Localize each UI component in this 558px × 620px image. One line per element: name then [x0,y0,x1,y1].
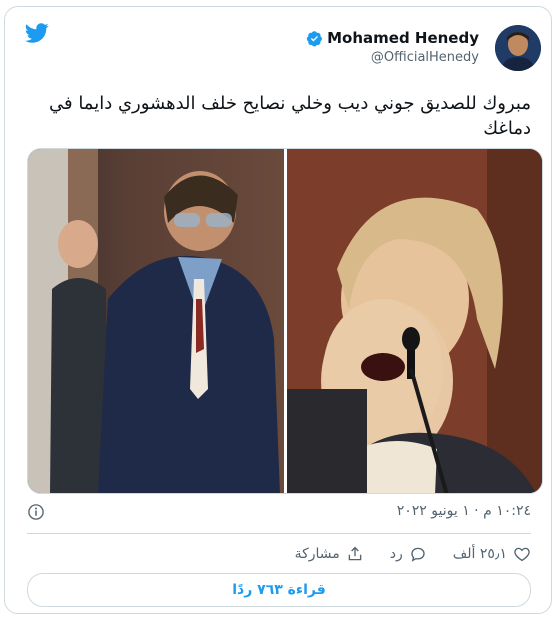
author-name-text: Mohamed Henedy [327,29,479,47]
share-button[interactable]: مشاركة [295,543,364,565]
author-name[interactable]: Mohamed Henedy [306,29,479,47]
avatar-portrait-icon [495,25,541,71]
woman-testifying-illustration [287,149,542,493]
heart-icon [514,547,530,562]
tweet-timestamp[interactable]: ١٠:٢٤ م · ١ يونيو ٢٠٢٢ [397,503,531,519]
verified-badge-icon [306,30,323,46]
reply-label: رد [389,546,403,562]
tweet-text: مبروك للصديق جوني ديب وخلي نصايح خلف الد… [48,93,531,139]
share-icon [348,546,362,561]
photo-woman-testifying[interactable] [284,149,542,493]
likes-count: ٢٥٫١ ألف [452,546,507,562]
author-block[interactable]: Mohamed Henedy @OfficialHenedy [306,29,479,65]
share-label: مشاركة [294,546,340,562]
author-handle[interactable]: @OfficialHenedy [306,50,479,65]
photo-man-in-suit[interactable] [28,149,284,493]
tweet-actions: ٢٥٫١ ألف رد مشاركة [27,543,531,565]
tweet-media[interactable] [27,148,543,494]
avatar[interactable] [495,25,541,71]
tweet-card: Mohamed Henedy @OfficialHenedy مبروك للص… [4,6,552,614]
reply-button[interactable]: رد [390,543,427,565]
info-icon[interactable] [27,503,45,521]
reply-icon [411,547,425,562]
man-in-suit-illustration [28,149,280,493]
divider [27,533,531,534]
like-button[interactable]: ٢٥٫١ ألف [453,543,531,565]
read-replies-button[interactable]: قراءة ٧٦٣ ردًا [27,573,531,607]
tweet-meta-row: ١٠:٢٤ م · ١ يونيو ٢٠٢٢ [27,503,531,523]
twitter-logo-icon[interactable] [23,21,51,45]
